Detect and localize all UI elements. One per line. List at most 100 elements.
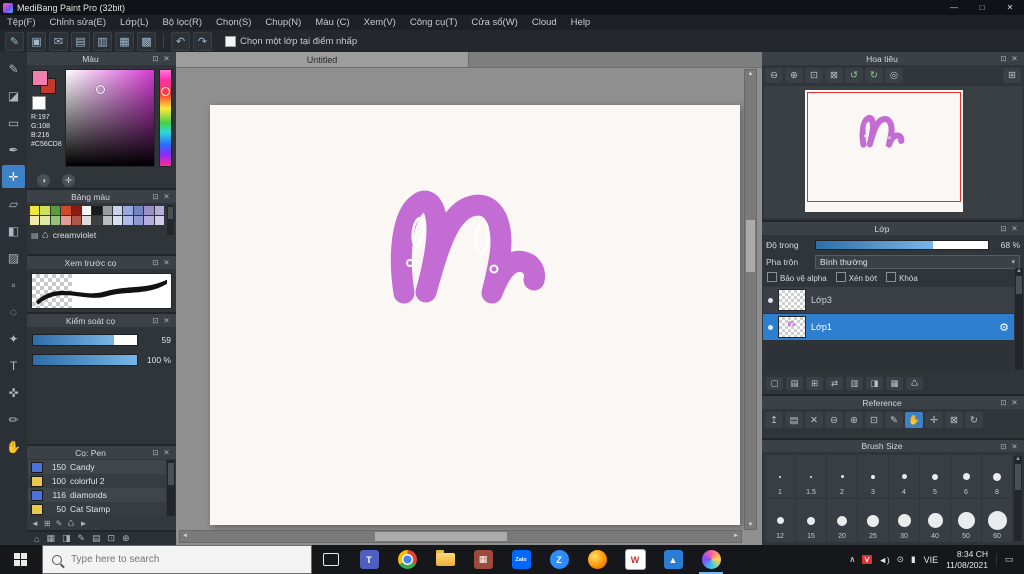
- add-palette-color-button[interactable]: ✛: [62, 174, 75, 187]
- palette-swatch[interactable]: [30, 206, 40, 215]
- ref-zoom-out-icon[interactable]: ⊖: [825, 412, 843, 428]
- checkbox-icon[interactable]: [835, 272, 846, 282]
- ref-pencil-icon[interactable]: ✎: [885, 412, 903, 428]
- palette-swatch[interactable]: [40, 206, 50, 215]
- task-view-icon[interactable]: [312, 545, 350, 574]
- import-ref-icon[interactable]: ↥: [765, 412, 783, 428]
- brush-size-preset[interactable]: 25: [858, 499, 888, 542]
- layer-dock-icon[interactable]: ⊡: [108, 533, 116, 544]
- ink-tool[interactable]: ✒: [2, 138, 25, 161]
- foreground-color-swatch[interactable]: [32, 70, 48, 86]
- brush-list-item[interactable]: 116 diamonds: [28, 488, 166, 502]
- palette-swatch[interactable]: [113, 206, 123, 215]
- palette-swatch[interactable]: [154, 206, 164, 215]
- detach-panel-icon[interactable]: ⊡: [998, 442, 1009, 451]
- brush-size-scrollbar[interactable]: ▲: [1014, 456, 1022, 541]
- material-icon[interactable]: ▩: [137, 31, 156, 51]
- ref-fit-icon[interactable]: ⊡: [865, 412, 883, 428]
- palette-swatch[interactable]: [71, 216, 81, 225]
- brush-size-slider[interactable]: 59: [32, 334, 171, 346]
- menu-item-3[interactable]: Bộ lọc(R): [155, 17, 209, 28]
- close-panel-icon[interactable]: ✕: [1009, 54, 1020, 63]
- hue-indicator[interactable]: [161, 87, 170, 97]
- action-center-icon[interactable]: ▭: [996, 554, 1021, 565]
- layer-list-scrollbar[interactable]: ▲: [1015, 268, 1023, 370]
- layer-check-0[interactable]: Bảo vệ alpha: [767, 272, 827, 283]
- comment-icon[interactable]: ✉: [49, 31, 68, 51]
- home-dock-icon[interactable]: ⌂: [34, 534, 39, 544]
- hand-tool[interactable]: ✋: [2, 435, 25, 458]
- bucket-tool[interactable]: ◧: [2, 219, 25, 242]
- layer-row[interactable]: Lớp1 ⚙: [763, 314, 1014, 341]
- lasso-tool[interactable]: ◌: [2, 300, 25, 323]
- horizontal-scrollbar[interactable]: ◄ ►: [179, 530, 742, 543]
- layer-folder-icon[interactable]: ▥: [846, 377, 863, 390]
- document-tab[interactable]: Untitled: [176, 52, 469, 67]
- scroll-down-icon[interactable]: ▼: [745, 522, 756, 528]
- menu-item-9[interactable]: Cửa sổ(W): [464, 17, 524, 28]
- palette-swatch[interactable]: [50, 216, 61, 225]
- vertical-scrollbar[interactable]: ▲ ▼: [744, 69, 757, 530]
- opacity-slider[interactable]: [815, 239, 989, 250]
- next-brush-page-icon[interactable]: ►: [80, 519, 88, 528]
- start-button[interactable]: [0, 545, 42, 574]
- palette-swatch[interactable]: [144, 206, 154, 215]
- brush-dock-icon[interactable]: ✎: [77, 533, 85, 544]
- divide-tool[interactable]: ✜: [2, 381, 25, 404]
- color-wheel-toggle-button[interactable]: ◑: [37, 174, 50, 187]
- maximize-button[interactable]: □: [968, 0, 996, 15]
- menu-item-1[interactable]: Chỉnh sửa(E): [43, 17, 114, 28]
- brush-size-preset[interactable]: 4: [889, 455, 919, 498]
- medibang-icon[interactable]: [692, 545, 730, 574]
- add-brush-icon[interactable]: ⊞: [44, 519, 51, 528]
- menu-item-8[interactable]: Công cụ(T): [403, 17, 465, 28]
- move-tool[interactable]: ✛: [2, 165, 25, 188]
- file-explorer-icon[interactable]: [426, 545, 464, 574]
- folder-dock-icon[interactable]: ▤: [92, 533, 101, 544]
- text-tool[interactable]: T: [2, 354, 25, 377]
- delete-brush-icon[interactable]: ♺: [67, 519, 74, 528]
- detach-panel-icon[interactable]: ⊡: [150, 192, 161, 201]
- detach-panel-icon[interactable]: ⊡: [998, 54, 1009, 63]
- zoom-icon[interactable]: Z: [540, 545, 578, 574]
- duplicate-layer-icon[interactable]: ⊞: [806, 377, 823, 390]
- palette-swatch[interactable]: [144, 216, 154, 225]
- checkbox-icon[interactable]: [767, 272, 777, 282]
- w-app-icon[interactable]: W: [616, 545, 654, 574]
- brush-size-preset[interactable]: 1.5: [796, 455, 826, 498]
- network-icon[interactable]: ⊙: [897, 554, 904, 565]
- horizontal-scroll-thumb[interactable]: [375, 532, 507, 541]
- detach-panel-icon[interactable]: ⊡: [998, 398, 1009, 407]
- detach-panel-icon[interactable]: ⊡: [150, 448, 161, 457]
- layer-check-2[interactable]: Khóa: [886, 272, 918, 283]
- search-input[interactable]: [69, 553, 302, 566]
- palette-swatch[interactable]: [81, 216, 92, 225]
- redo-icon[interactable]: ↷: [193, 31, 212, 51]
- close-panel-icon[interactable]: ✕: [161, 448, 172, 457]
- gradient-tool[interactable]: ▨: [2, 246, 25, 269]
- palette-swatch[interactable]: [61, 206, 71, 215]
- prev-brush-page-icon[interactable]: ◄: [31, 519, 39, 528]
- close-panel-icon[interactable]: ✕: [161, 316, 172, 325]
- color-dock-icon[interactable]: ▦: [46, 533, 55, 544]
- teams-icon[interactable]: T: [350, 545, 388, 574]
- brush-size-preset[interactable]: 5: [920, 455, 950, 498]
- palette-swatch[interactable]: [154, 216, 164, 225]
- brush-sync-icon[interactable]: ✎: [5, 31, 24, 51]
- palette-swatch[interactable]: [92, 216, 102, 225]
- menu-item-2[interactable]: Lớp(L): [113, 17, 155, 28]
- palette-swatch[interactable]: [113, 216, 123, 225]
- palette-swatch[interactable]: [123, 206, 133, 215]
- transfer-layer-icon[interactable]: ⇄: [826, 377, 843, 390]
- brush-list-item[interactable]: 150 Candy: [28, 460, 166, 474]
- open-ref-icon[interactable]: ▤: [785, 412, 803, 428]
- blend-mode-select[interactable]: Bình thường ▾: [815, 254, 1020, 269]
- scroll-left-icon[interactable]: ◄: [182, 533, 188, 539]
- close-panel-icon[interactable]: ✕: [1009, 398, 1020, 407]
- taskbar-search[interactable]: [42, 545, 312, 574]
- minimize-button[interactable]: —: [940, 0, 968, 15]
- flip-view-icon[interactable]: ⊞: [1003, 68, 1021, 83]
- scroll-right-icon[interactable]: ►: [733, 533, 739, 539]
- firefox-icon[interactable]: [578, 545, 616, 574]
- layer-check-1[interactable]: Xén bớt: [835, 272, 877, 283]
